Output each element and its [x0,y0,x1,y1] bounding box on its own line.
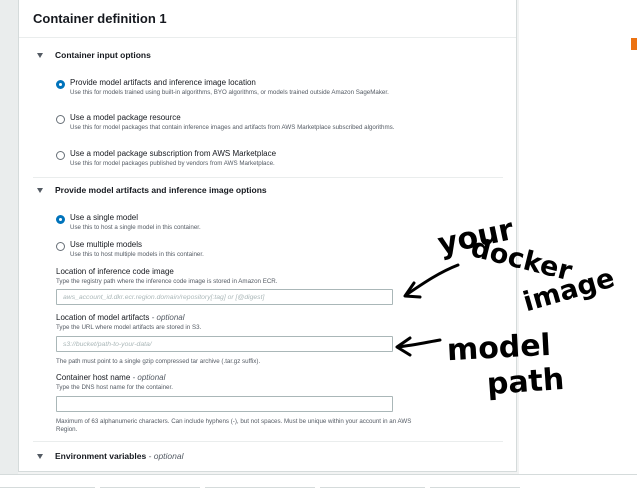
section-title-environment-variables[interactable]: Environment variables - optional [55,451,184,461]
radio-model-package-subscription[interactable] [56,151,65,160]
inference-image-description: Type the registry path where the inferen… [56,278,278,285]
panel-title: Container definition 1 [33,11,167,26]
inference-image-input[interactable]: aws_account_id.dkr.ecr.region.domain/rep… [56,289,393,305]
left-gutter [0,0,18,492]
model-artifacts-label: Location of model artifacts - optional [56,313,185,322]
bottom-rule [0,487,95,488]
collapse-caret-icon[interactable] [37,53,43,58]
option-label[interactable]: Use multiple models [70,240,142,249]
bottom-rule [205,487,315,488]
host-name-hint: Maximum of 63 alphanumeric characters. C… [56,418,412,433]
radio-model-package-resource[interactable] [56,115,65,124]
bottom-rule [320,487,425,488]
option-label[interactable]: Use a model package resource [70,113,181,122]
optional-tag: - optional [149,313,185,322]
model-artifacts-hint: The path must point to a single gzip com… [56,358,261,365]
inference-image-label: Location of inference code image [56,267,174,276]
optional-tag: - optional [130,373,166,382]
bottom-rule [430,487,520,488]
optional-tag: - optional [146,451,184,461]
host-name-label-text: Container host name [56,373,131,382]
expand-caret-icon[interactable] [37,454,43,459]
section-divider [33,441,503,442]
right-edge-marker [631,38,637,50]
option-description: Use this to host multiple models in this… [70,251,204,258]
model-artifacts-description: Type the URL where model artifacts are s… [56,324,202,331]
option-label[interactable]: Use a model package subscription from AW… [70,149,276,158]
option-label[interactable]: Provide model artifacts and inference im… [70,78,256,87]
right-blank-area [519,0,637,492]
environment-variables-title: Environment variables [55,451,147,461]
radio-provide-model-artifacts[interactable] [56,80,65,89]
container-definition-panel: Container definition 1 Container input o… [18,0,517,472]
collapse-caret-icon[interactable] [37,188,43,193]
section-title-artifacts-options[interactable]: Provide model artifacts and inference im… [55,185,267,195]
panel-header: Container definition 1 [19,0,516,38]
section-title-container-input-options[interactable]: Container input options [55,50,151,60]
option-label[interactable]: Use a single model [70,213,138,222]
option-description: Use this to host a single model in this … [70,224,201,231]
option-description: Use this for model packages that contain… [70,124,395,131]
host-name-description: Type the DNS host name for the container… [56,384,173,391]
host-name-label: Container host name - optional [56,373,165,382]
model-artifacts-label-text: Location of model artifacts [56,313,150,322]
radio-single-model[interactable] [56,215,65,224]
bottom-strip [0,474,637,493]
model-artifacts-input[interactable]: s3://bucket/path-to-your-data/ [56,336,393,352]
option-description: Use this for models trained using built-… [70,89,389,96]
bottom-rule [100,487,200,488]
radio-multiple-models[interactable] [56,242,65,251]
host-name-input[interactable] [56,396,393,412]
screenshot: Container definition 1 Container input o… [0,0,637,493]
section-divider [33,177,503,178]
option-description: Use this for model packages published by… [70,160,275,167]
